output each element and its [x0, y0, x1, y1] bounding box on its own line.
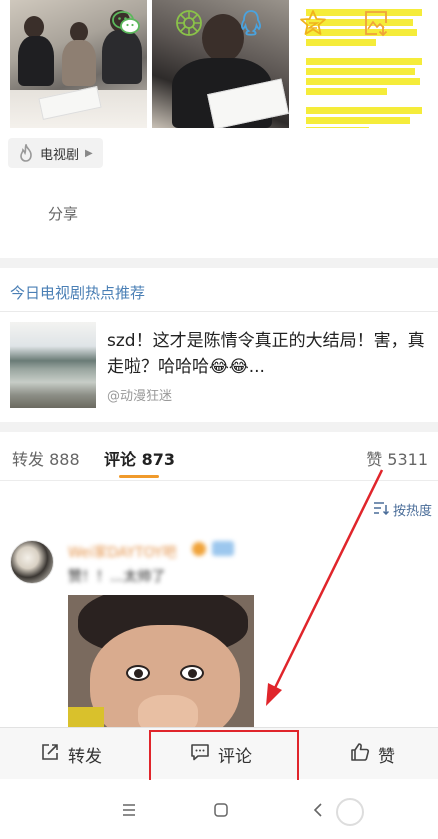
recommend-thumbnail[interactable] — [10, 322, 96, 408]
recommend-source[interactable]: @动漫狂迷 — [107, 385, 172, 404]
share-label: 分享 — [48, 204, 79, 223]
tab-likes[interactable]: 赞 5311 — [366, 446, 428, 470]
section-divider — [0, 422, 438, 432]
chevron-right-icon: ▶ — [85, 147, 93, 159]
comment-username[interactable]: Wei家DAYTOY吧 — [68, 542, 176, 562]
person-body — [102, 30, 142, 84]
topic-tag-label: 电视剧 — [40, 147, 80, 163]
eye — [180, 665, 204, 681]
repost-button[interactable]: 转发 — [40, 728, 102, 780]
system-nav-bar — [0, 780, 438, 839]
tab-comments[interactable]: 评论 873 — [104, 446, 175, 470]
recommend-headline[interactable]: szd！这才是陈情令真正的大结局！害，真走啦？哈哈哈😂😂... — [107, 328, 425, 380]
bottom-action-bar: 转发 评论 赞 — [0, 727, 438, 779]
level-badge — [212, 541, 234, 556]
like-label: 赞 — [378, 746, 395, 767]
person-body — [62, 40, 96, 86]
sort-icon — [373, 501, 390, 519]
comment-image[interactable] — [68, 595, 254, 727]
hand — [138, 695, 198, 727]
comment-button[interactable]: 评论 — [190, 728, 252, 780]
eye — [126, 665, 150, 681]
watermark-logo — [336, 798, 364, 826]
share-row: 分享 — [0, 190, 438, 236]
sort-by-hot-button[interactable]: 按热度 — [373, 500, 432, 519]
divider — [0, 311, 438, 312]
repost-icon — [40, 742, 60, 767]
comment-label: 评论 — [218, 746, 252, 767]
active-tab-indicator — [119, 475, 159, 478]
back-icon[interactable] — [306, 798, 330, 822]
sort-label: 按热度 — [392, 504, 432, 519]
home-icon[interactable] — [209, 798, 233, 822]
member-badge — [192, 542, 206, 556]
fire-icon — [18, 142, 34, 162]
comment-icon — [190, 742, 210, 767]
hot-recommend-title[interactable]: 今日电视剧热点推荐 — [10, 282, 145, 303]
person-body — [18, 36, 54, 86]
yellow-object — [68, 707, 104, 727]
wechat-icon[interactable] — [111, 8, 141, 38]
tab-repost[interactable]: 转发 888 — [12, 446, 80, 470]
qq-icon[interactable] — [236, 8, 266, 38]
menu-icon[interactable] — [117, 798, 141, 822]
divider — [0, 480, 438, 481]
student-reading-photo[interactable] — [152, 0, 289, 128]
save-image-icon[interactable] — [361, 8, 391, 38]
avatar[interactable] — [10, 540, 54, 584]
like-button[interactable]: 赞 — [350, 728, 395, 780]
topic-tag[interactable]: 电视剧 ▶ — [8, 138, 103, 168]
repost-label: 转发 — [68, 746, 102, 767]
moments-icon[interactable] — [174, 8, 204, 38]
section-divider — [0, 258, 438, 268]
comment-text: 赞！！...太帅了 — [68, 569, 166, 585]
person-head — [24, 16, 44, 38]
qzone-icon[interactable] — [298, 8, 328, 38]
thumbs-up-icon — [350, 742, 370, 767]
tabs-row: 转发 888 评论 873 赞 5311 — [0, 440, 438, 480]
person-head — [70, 22, 88, 42]
